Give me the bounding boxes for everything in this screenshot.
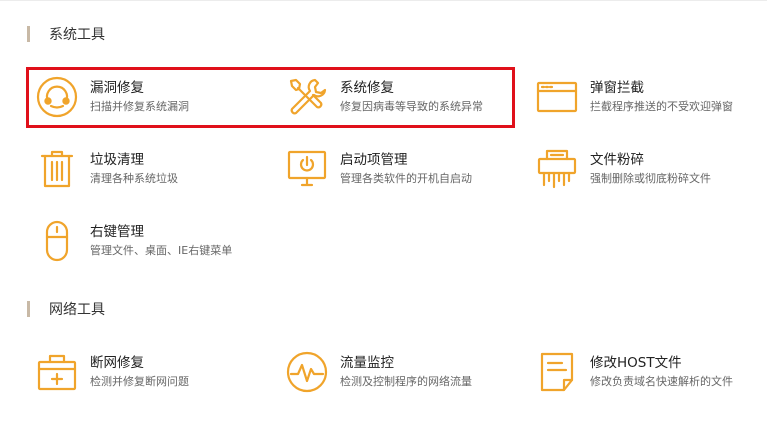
tool-description: 清理各种系统垃圾 <box>90 172 178 185</box>
tool-name: 启动项管理 <box>340 152 408 168</box>
tool-description: 修复因病毒等导致的系统异常 <box>340 100 483 113</box>
tool-traffic-monitor[interactable]: 流量监控 检测及控制程序的网络流量 <box>285 348 515 396</box>
tool-description: 拦截程序推送的不受欢迎弹窗 <box>590 100 733 113</box>
section-marker <box>27 301 30 317</box>
document-icon <box>535 350 579 394</box>
tool-name: 弹窗拦截 <box>590 80 644 96</box>
network-kit-icon <box>35 350 79 394</box>
tool-edit-host-file[interactable]: 修改HOST文件 修改负责域名快速解析的文件 <box>535 348 765 396</box>
tool-name: 文件粉碎 <box>590 152 644 168</box>
tool-description: 扫描并修复系统漏洞 <box>90 100 189 113</box>
tool-network-repair[interactable]: 断网修复 检测并修复断网问题 <box>35 348 265 396</box>
tool-description: 管理文件、桌面、IE右键菜单 <box>90 244 233 257</box>
section-header-system-tools: 系统工具 <box>27 25 105 43</box>
monitor-power-icon <box>285 147 329 191</box>
top-divider <box>0 0 767 1</box>
wrench-screwdriver-icon <box>285 75 329 119</box>
section-marker <box>27 26 30 42</box>
tool-file-shredder[interactable]: 文件粉碎 强制删除或彻底粉碎文件 <box>535 145 765 193</box>
tool-context-menu-manager[interactable]: 右键管理 管理文件、桌面、IE右键菜单 <box>35 217 265 265</box>
tool-system-repair[interactable]: 系统修复 修复因病毒等导致的系统异常 <box>285 73 515 121</box>
tool-description: 强制删除或彻底粉碎文件 <box>590 172 711 185</box>
tool-vulnerability-repair[interactable]: 漏洞修复 扫描并修复系统漏洞 <box>35 73 265 121</box>
tool-description: 管理各类软件的开机自启动 <box>340 172 472 185</box>
traffic-gauge-icon <box>285 350 329 394</box>
tool-name: 系统修复 <box>340 80 394 96</box>
tool-name: 右键管理 <box>90 224 144 240</box>
vulnerability-repair-icon <box>35 75 79 119</box>
tool-name: 修改HOST文件 <box>590 355 682 371</box>
popup-window-icon <box>535 75 579 119</box>
section-header-network-tools: 网络工具 <box>27 300 105 318</box>
tool-startup-manager[interactable]: 启动项管理 管理各类软件的开机自启动 <box>285 145 515 193</box>
shredder-icon <box>535 147 579 191</box>
section-title: 系统工具 <box>49 27 105 43</box>
tool-name: 断网修复 <box>90 355 144 371</box>
trash-can-icon <box>35 147 79 191</box>
tool-description: 检测并修复断网问题 <box>90 375 189 388</box>
tool-popup-block[interactable]: 弹窗拦截 拦截程序推送的不受欢迎弹窗 <box>535 73 765 121</box>
section-title: 网络工具 <box>49 302 105 318</box>
tool-name: 垃圾清理 <box>90 152 144 168</box>
tool-name: 流量监控 <box>340 355 394 371</box>
tool-name: 漏洞修复 <box>90 80 144 96</box>
mouse-icon <box>35 219 79 263</box>
tool-description: 修改负责域名快速解析的文件 <box>590 375 733 388</box>
tool-description: 检测及控制程序的网络流量 <box>340 375 472 388</box>
tool-junk-cleanup[interactable]: 垃圾清理 清理各种系统垃圾 <box>35 145 265 193</box>
